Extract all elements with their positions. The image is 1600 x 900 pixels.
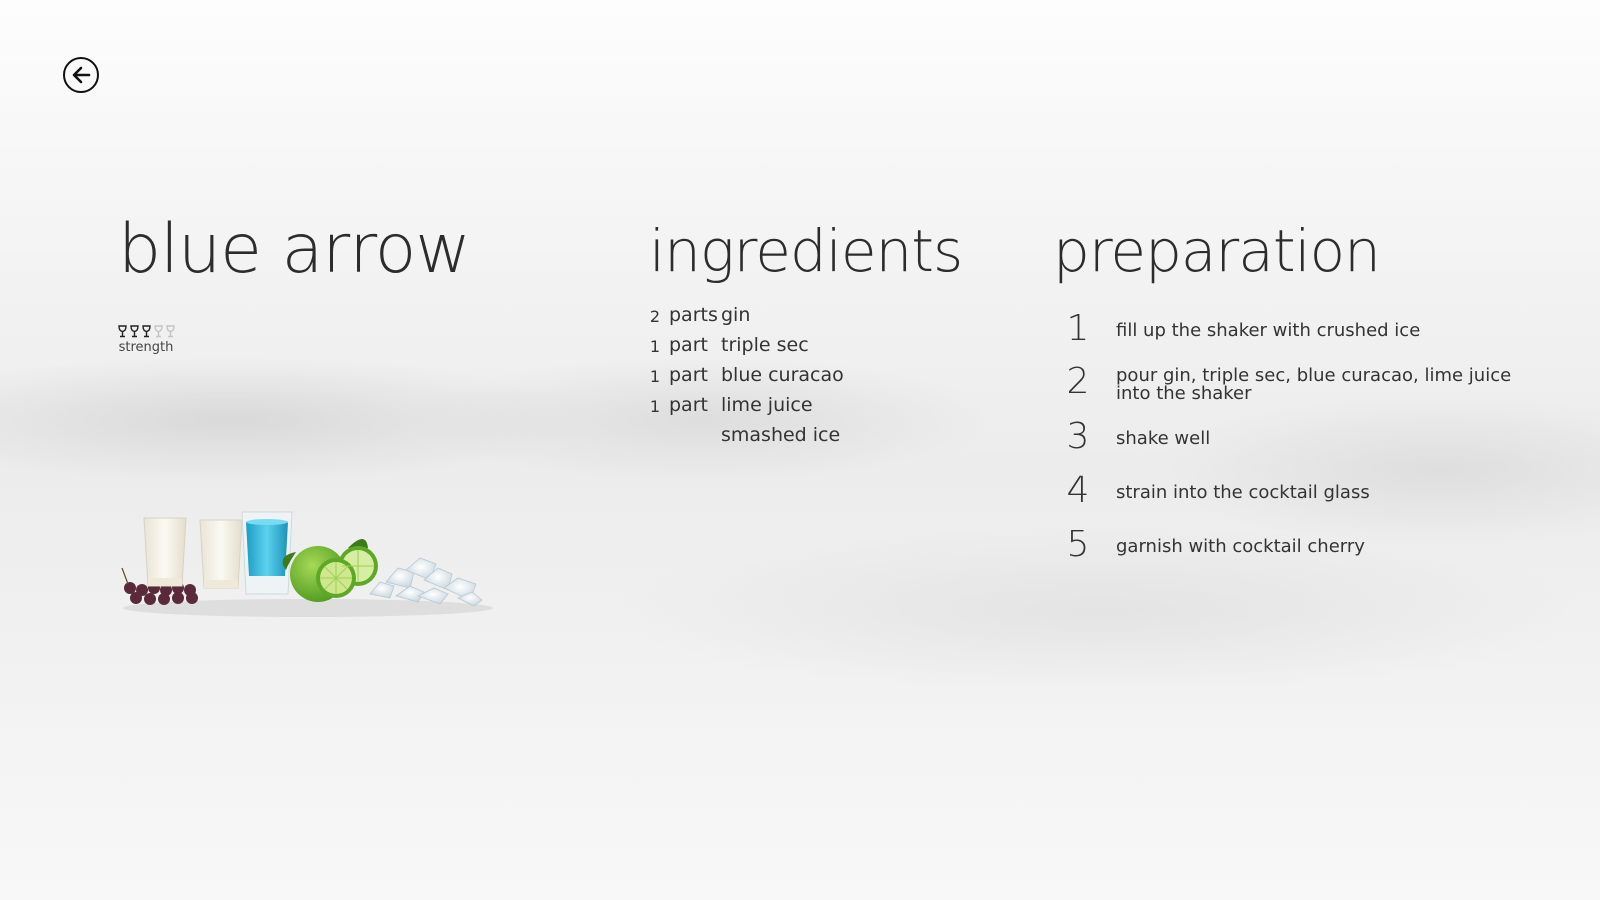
step-text: fill up the shaker with crushed ice [1116, 320, 1421, 341]
step-number: 3 [1066, 416, 1090, 457]
step-number: 4 [1066, 470, 1090, 511]
ingredient-name: blue curacao [721, 364, 844, 386]
ingredients-illustration [121, 511, 493, 617]
step-text: pour gin, triple sec, blue curacao, lime… [1116, 365, 1512, 404]
ingredient-unit: part [669, 334, 708, 356]
step-text: shake well [1116, 428, 1211, 449]
wine-glass-icon [142, 325, 151, 338]
strength-label: strength [118, 340, 174, 355]
step-number: 1 [1066, 308, 1090, 349]
back-button[interactable] [63, 57, 99, 93]
ingredient-unit: part [669, 364, 708, 386]
ingredient-name: triple sec [721, 334, 809, 356]
preparation-heading: preparation [1053, 217, 1381, 285]
ingredient-quantity: 1 [649, 367, 660, 386]
crushed-ice [369, 557, 483, 607]
ingredient-unit: part [669, 394, 708, 416]
wine-glass-icon-empty [166, 325, 175, 338]
ingredient-quantity: 2 [649, 307, 660, 326]
back-arrow-icon [72, 66, 91, 84]
drink-title: blue arrow [118, 210, 471, 289]
step-number: 5 [1066, 524, 1090, 565]
strength-rating: strength [118, 325, 180, 355]
ingredient-name: gin [721, 304, 751, 326]
ingredient-name: smashed ice [721, 424, 841, 446]
ingredient-quantity: 1 [649, 397, 660, 416]
step-text: strain into the cocktail glass [1116, 482, 1370, 503]
wine-glass-icon [118, 325, 127, 338]
strength-glasses [118, 325, 180, 338]
ingredients-heading: ingredients [649, 217, 963, 285]
wine-glass-icon-empty [154, 325, 163, 338]
ingredient-name: lime juice [721, 394, 813, 416]
ingredient-unit: parts [669, 304, 718, 326]
ingredient-quantity: 1 [649, 337, 660, 356]
step-text: garnish with cocktail cherry [1116, 536, 1365, 557]
wine-glass-icon [130, 325, 139, 338]
step-number: 2 [1066, 361, 1090, 402]
